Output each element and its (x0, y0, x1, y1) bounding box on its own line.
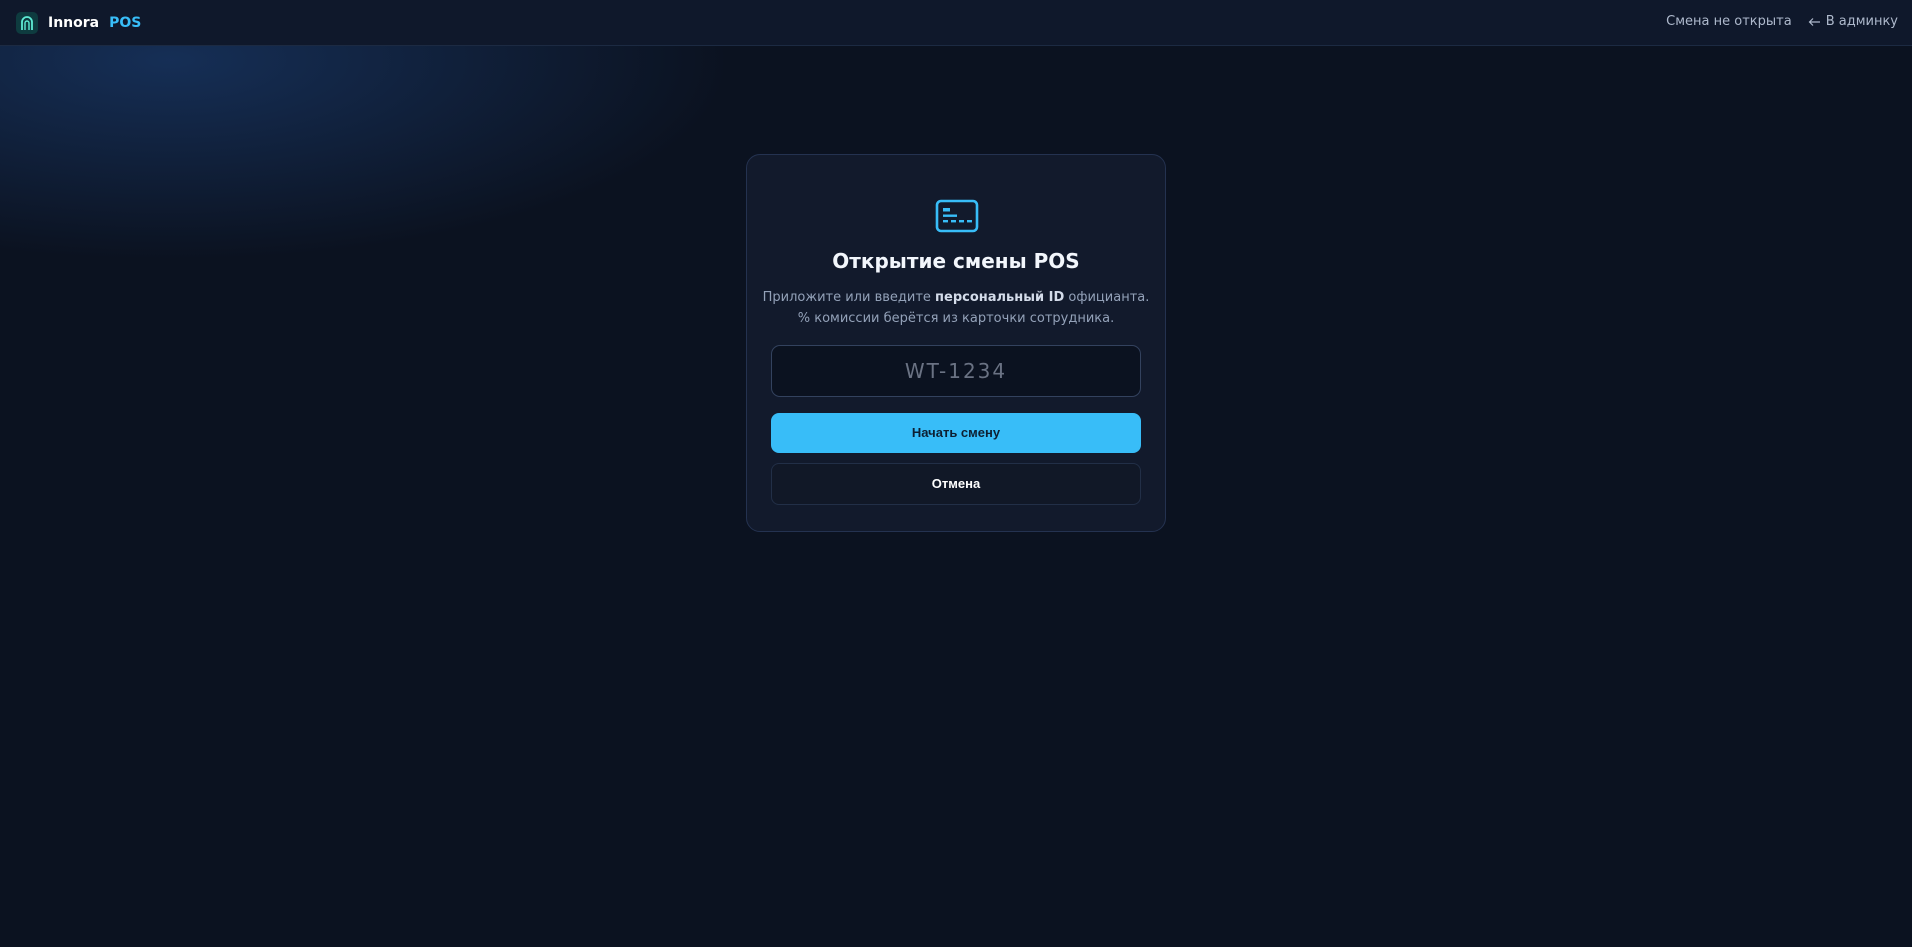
open-shift-card: Открытие смены POS Приложите или введите… (746, 154, 1166, 532)
description-suffix: официанта. (1064, 290, 1150, 305)
start-shift-button[interactable]: Начать смену (771, 413, 1141, 453)
brand[interactable]: Innora POS (16, 12, 141, 34)
arrow-left-icon (1808, 17, 1820, 26)
id-card-icon (935, 199, 979, 233)
admin-link-label: В админку (1825, 14, 1898, 29)
shift-status: Смена не открыта (1666, 14, 1792, 29)
description-line-2: % комиссии берётся из карточки сотрудник… (797, 311, 1115, 326)
waiter-id-field (771, 345, 1141, 397)
arch-logo-icon (16, 12, 38, 34)
cancel-button[interactable]: Отмена (771, 463, 1141, 505)
card-description: Приложите или введите персональный ID оф… (747, 287, 1165, 329)
waiter-id-input[interactable] (772, 346, 1140, 396)
brand-product: POS (109, 15, 142, 31)
header-actions: Смена не открыта В админку (1666, 14, 1898, 29)
top-bar: Innora POS Смена не открыта В админку (0, 0, 1912, 46)
admin-link[interactable]: В админку (1808, 14, 1898, 29)
description-bold: персональный ID (935, 290, 1065, 305)
description-line-1: Приложите или введите персональный ID оф… (747, 287, 1165, 308)
brand-name: Innora (48, 15, 100, 31)
description-prefix: Приложите или введите (762, 290, 936, 305)
card-title: Открытие смены POS (832, 249, 1080, 273)
